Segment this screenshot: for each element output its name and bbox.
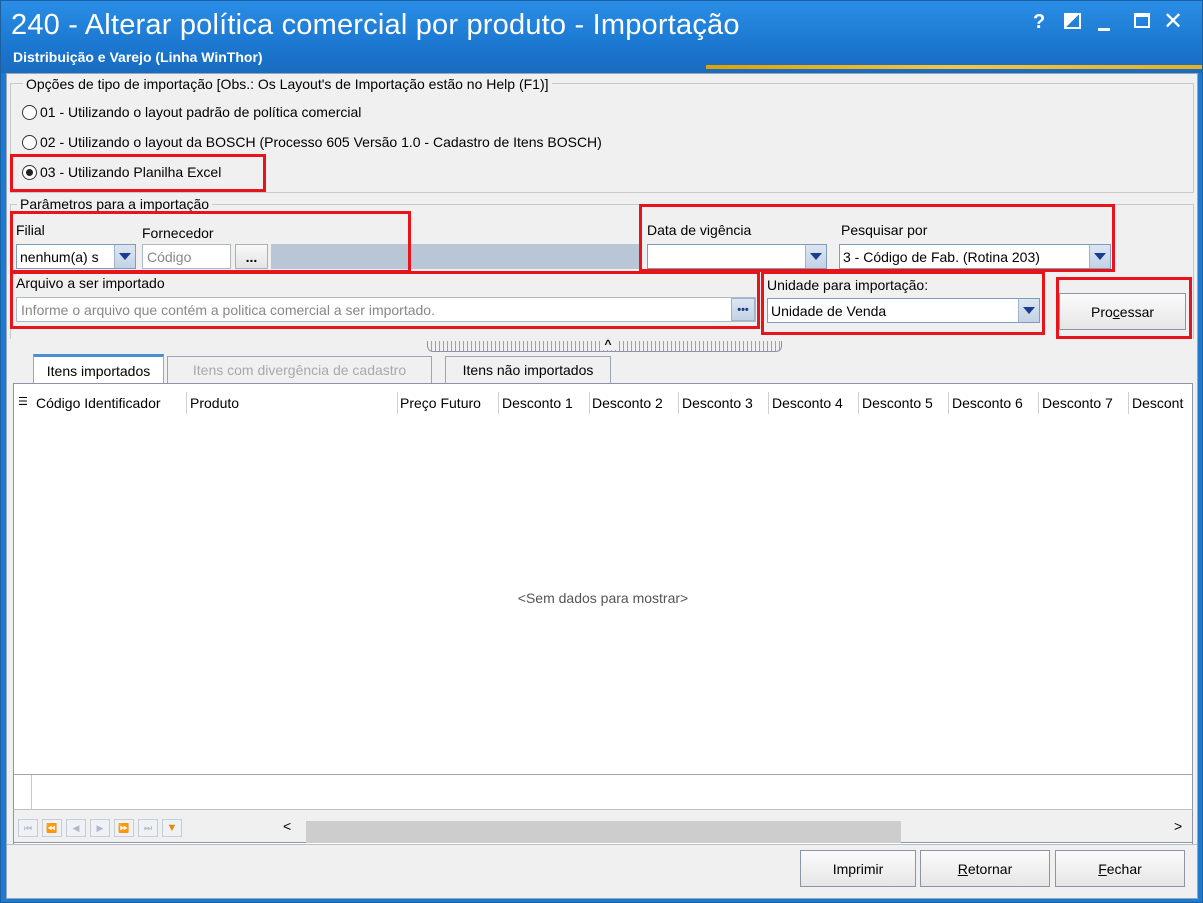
panel-splitter[interactable]: ^ [427,337,782,352]
grid-navigator: ⏮ ⏪ ◀ ▶ ⏩ ⏭ ▼ < > [13,809,1193,843]
window-subtitle: Distribuição e Varejo (Linha WinThor) [13,49,263,65]
col-desconto-7[interactable]: Desconto 7 [1042,395,1113,411]
filial-value: nenhum(a) s [20,248,99,265]
unidade-value: Unidade de Venda [771,302,887,319]
grid-header: ☰ Código Identificador Produto Preço Fut… [14,384,1192,421]
minimize-button[interactable] [1098,28,1110,31]
processar-label-b: c [1112,303,1120,320]
pesquisar-value: 3 - Código de Fab. (Rotina 203) [843,248,1040,265]
nav-next-page-icon[interactable]: ⏩ [114,819,134,837]
unidade-combo[interactable]: Unidade de Venda [767,298,1040,323]
grid-footer-divider [31,775,32,811]
arquivo-input[interactable]: Informe o arquivo que contém a politica … [16,297,756,322]
restore-icon[interactable] [1064,13,1081,29]
col-preco-futuro[interactable]: Preço Futuro [400,395,481,411]
filter-icon[interactable]: ▼ [162,819,182,837]
unidade-label: Unidade para importação: [767,277,929,293]
nav-prev-icon[interactable]: ◀ [66,819,86,837]
processar-label-a: Pro [1090,303,1113,320]
option-02[interactable]: 02 - Utilizando o layout da BOSCH (Proce… [22,134,602,150]
fornecedor-label: Fornecedor [142,225,214,241]
pesquisar-combo[interactable]: 3 - Código de Fab. (Rotina 203) [839,244,1111,269]
nav-next-icon[interactable]: ▶ [90,819,110,837]
import-type-title: Opções de tipo de importação [Obs.: Os L… [23,76,552,92]
footer-divider [7,844,1197,845]
maximize-button[interactable] [1134,13,1150,28]
horizontal-scroll-thumb[interactable] [306,821,901,843]
unidade-dropdown-icon[interactable] [1018,299,1039,322]
option-01-label: 01 - Utilizando o layout padrão de polít… [40,104,362,120]
filial-dropdown-icon[interactable] [114,245,135,268]
col-desconto-3[interactable]: Desconto 3 [682,395,753,411]
title-accent-stripe [706,65,1202,69]
nav-prev-page-icon[interactable]: ⏪ [42,819,62,837]
data-vigencia-picker[interactable] [647,244,827,269]
nav-first-icon[interactable]: ⏮ [18,819,38,837]
help-button[interactable]: ? [1033,11,1045,34]
tab-itens-nao-importados[interactable]: Itens não importados [445,356,611,383]
col-produto[interactable]: Produto [190,395,239,411]
fechar-button[interactable]: Fechar [1055,850,1185,887]
option-03-label: 03 - Utilizando Planilha Excel [40,164,222,180]
tab-itens-importados[interactable]: Itens importados [33,354,164,384]
retornar-label-b: etornar [967,860,1013,877]
radio-02[interactable] [22,134,37,150]
column-chooser-icon[interactable]: ☰ [18,395,28,408]
col-desconto-1[interactable]: Desconto 1 [502,395,573,411]
fornecedor-search-button[interactable]: ... [235,244,268,269]
processar-button[interactable]: Pro c essar [1059,293,1186,330]
app-window: 240 - Alterar política comercial por pro… [0,0,1203,903]
pesquisar-label: Pesquisar por [841,222,928,238]
retornar-label-a: R [957,860,968,877]
collapse-up-icon[interactable]: ^ [600,337,616,351]
tab-itens-divergencia[interactable]: Itens com divergência de cadastro [167,356,432,383]
arquivo-browse-button[interactable]: ••• [731,298,755,321]
imprimir-button[interactable]: Imprimir [800,850,916,887]
nav-last-icon[interactable]: ⏭ [138,819,158,837]
pesquisar-dropdown-icon[interactable] [1089,245,1110,268]
close-button[interactable]: ✕ [1163,7,1183,36]
scroll-left-icon[interactable]: < [283,818,291,834]
params-title: Parâmetros para a importação [17,196,213,212]
col-desconto-5[interactable]: Desconto 5 [862,395,933,411]
arquivo-label: Arquivo a ser importado [16,275,165,291]
option-01[interactable]: 01 - Utilizando o layout padrão de polít… [22,104,361,120]
radio-03[interactable] [22,164,37,180]
window-title: 240 - Alterar política comercial por pro… [11,9,740,41]
option-03[interactable]: 03 - Utilizando Planilha Excel [22,164,221,180]
option-02-label: 02 - Utilizando o layout da BOSCH (Proce… [40,134,602,150]
data-vigencia-label: Data de vigência [647,222,752,238]
fornecedor-name-field [271,244,641,269]
fechar-label-b: echar [1106,860,1142,877]
col-desconto-8[interactable]: Descont [1132,395,1192,411]
fornecedor-code-input[interactable]: Código [142,244,231,269]
scroll-right-icon[interactable]: > [1174,818,1182,834]
grid-empty-message: <Sem dados para mostrar> [517,590,689,606]
title-bar: 240 - Alterar política comercial por pro… [1,1,1202,73]
radio-01[interactable] [22,104,37,120]
filial-label: Filial [16,222,45,238]
retornar-button[interactable]: Retornar [920,850,1050,887]
col-codigo[interactable]: Código Identificador [36,395,161,411]
grid-footer-line [14,774,1192,775]
fechar-label-a: F [1098,860,1107,877]
processar-label-c: essar [1119,303,1155,320]
col-desconto-2[interactable]: Desconto 2 [592,395,663,411]
col-desconto-6[interactable]: Desconto 6 [952,395,1023,411]
client-area: Opções de tipo de importação [Obs.: Os L… [6,73,1198,899]
filial-combo[interactable]: nenhum(a) s [16,244,136,269]
col-desconto-4[interactable]: Desconto 4 [772,395,843,411]
calendar-dropdown-icon[interactable] [805,245,826,268]
items-grid[interactable]: ☰ Código Identificador Produto Preço Fut… [13,383,1193,845]
